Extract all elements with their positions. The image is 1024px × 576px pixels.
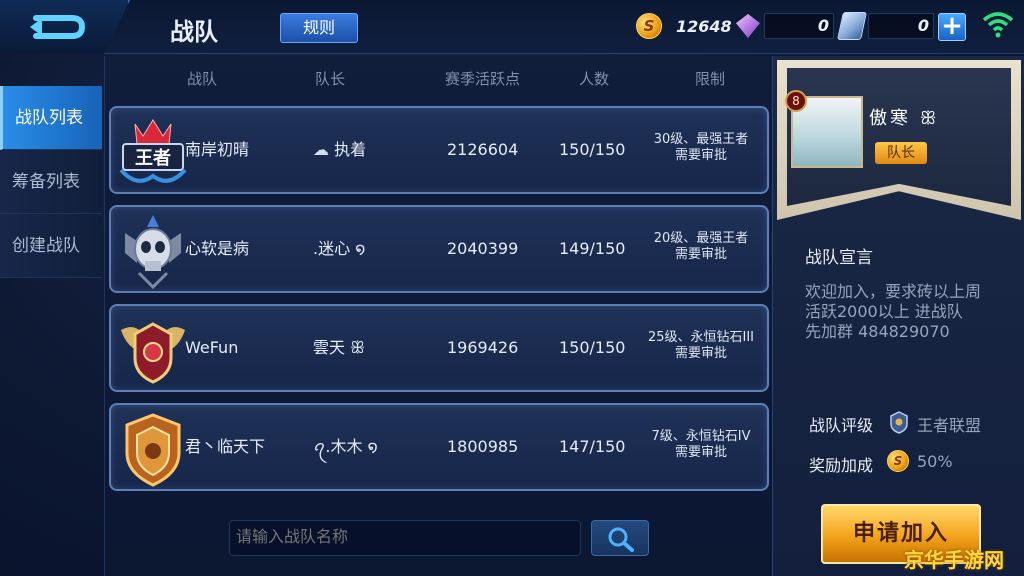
search-button[interactable] xyxy=(591,520,649,556)
add-currency-button[interactable]: + xyxy=(938,13,966,41)
join-limit: 7级、永恒钻石IV 需要审批 xyxy=(635,429,767,461)
cloud-icon: ☁ xyxy=(313,140,329,159)
member-count: 147/150 xyxy=(559,437,626,456)
team-leader: ꪖ.木木 ໑ xyxy=(313,437,378,456)
header-season-points: 赛季活跃点 xyxy=(445,70,521,88)
leader-name: 执着 xyxy=(334,140,367,159)
skull-badge-icon xyxy=(125,215,181,289)
team-search-input[interactable] xyxy=(229,520,581,556)
svg-text:王者: 王者 xyxy=(135,148,171,169)
limit-level: 30级、最强王者 xyxy=(653,132,749,147)
limit-approval: 需要审批 xyxy=(674,346,727,361)
bonus-label: 奖励加成 xyxy=(809,456,874,475)
limit-approval: 需要审批 xyxy=(674,148,727,163)
team-screen: 战队 规则 S 12648 0 0 + 战队列表 筹备列表 创建战队 战队 队长… xyxy=(0,0,1024,576)
watermark: 京华手游网 xyxy=(904,548,1004,572)
header-team: 战队 xyxy=(187,70,218,88)
season-points: 1800985 xyxy=(447,437,519,456)
season-points: 2040399 xyxy=(447,239,519,258)
winged-shield-badge-icon xyxy=(121,322,185,384)
diamond-amount: 0 xyxy=(817,16,829,35)
left-nav: 战队列表 筹备列表 创建战队 xyxy=(0,86,102,278)
nav-create-team[interactable]: 创建战队 xyxy=(0,214,102,278)
team-leader: ☁ 执着 xyxy=(313,108,366,192)
limit-level: 7级、永恒钻石IV xyxy=(651,429,751,444)
header-members: 人数 xyxy=(579,70,610,88)
limit-level: 20级、最强王者 xyxy=(653,231,749,246)
diamond-slot: 0 xyxy=(764,13,834,39)
rating-label: 战队评级 xyxy=(809,416,874,435)
wifi-icon xyxy=(982,12,1014,38)
team-row[interactable]: 王者 南岸初晴 ☁ 执着 2126604 150/150 30级、最强王者 需要… xyxy=(109,106,769,194)
season-points: 1969426 xyxy=(447,338,519,357)
diamond-currency: 0 xyxy=(736,12,834,40)
gold-currency: S 12648 xyxy=(636,12,732,40)
voucher-amount: 0 xyxy=(917,16,929,35)
leader-tag: 队长 xyxy=(875,142,927,164)
limit-approval: 需要审批 xyxy=(674,247,727,262)
join-limit: 25级、永恒钻石III 需要审批 xyxy=(635,330,767,362)
member-count: 150/150 xyxy=(559,140,626,159)
page-title: 战队 xyxy=(170,18,218,46)
rules-button[interactable]: 规则 xyxy=(280,13,358,43)
team-name: WeFun xyxy=(185,338,239,357)
king-crown-badge-icon: 王者 xyxy=(119,119,187,183)
top-bar: 战队 规则 S 12648 0 0 + xyxy=(0,0,1024,54)
voucher-slot: 0 xyxy=(868,13,934,39)
team-list-panel: 战队 队长 赛季活跃点 人数 限制 王者 南岸初晴 ☁ 执着 2126604 1… xyxy=(104,56,770,576)
join-limit: 20级、最强王者 需要审批 xyxy=(635,231,767,263)
rating-value: 王者联盟 xyxy=(917,416,982,435)
declaration-text: 欢迎加入，要求砖以上周 活跃2000以上 进战队 先加群 484829070 xyxy=(805,282,1015,342)
limit-level: 25级、永恒钻石III xyxy=(647,330,755,345)
header-leader: 队长 xyxy=(315,70,346,88)
declaration-line: 先加群 484829070 xyxy=(805,322,950,341)
team-leader: .迷心 ໑ xyxy=(313,239,366,258)
rating-emblem-icon xyxy=(890,411,908,434)
leader-name: 傲寒 ꕥ xyxy=(869,108,940,129)
team-row[interactable]: WeFun 雲天 ꕥ 1969426 150/150 25级、永恒钻石III 需… xyxy=(109,304,769,392)
nav-team-list[interactable]: 战队列表 xyxy=(0,86,102,150)
limit-approval: 需要审批 xyxy=(674,445,727,460)
back-button[interactable] xyxy=(0,0,130,54)
gold-coin-icon: S xyxy=(887,450,909,472)
season-points: 2126604 xyxy=(447,140,519,159)
team-name: 心软是病 xyxy=(185,239,250,258)
team-detail-panel: 8 傲寒 ꕥ 队长 战队宣言 欢迎加入，要求砖以上周 活跃2000以上 进战队 … xyxy=(772,56,1024,576)
back-arrow-icon xyxy=(30,15,86,39)
team-row[interactable]: 君丶临天下 ꪖ.木木 ໑ 1800985 147/150 7级、永恒钻石IV 需… xyxy=(109,403,769,491)
voucher-currency: 0 xyxy=(837,12,934,40)
member-count: 150/150 xyxy=(559,338,626,357)
nav-preparing-list[interactable]: 筹备列表 xyxy=(0,150,102,214)
voucher-card-icon xyxy=(837,12,867,40)
gold-shield-badge-icon xyxy=(125,413,181,487)
team-row[interactable]: 心软是病 .迷心 ໑ 2040399 149/150 20级、最强王者 需要审批 xyxy=(109,205,769,293)
header-limit: 限制 xyxy=(695,70,726,88)
team-name: 南岸初晴 xyxy=(185,140,250,159)
gold-coin-icon: S xyxy=(636,13,662,39)
member-count: 149/150 xyxy=(559,239,626,258)
declaration-line: 欢迎加入，要求砖以上周 xyxy=(805,282,982,301)
declaration-title: 战队宣言 xyxy=(805,248,873,268)
team-name: 君丶临天下 xyxy=(185,437,266,456)
bonus-value: 50% xyxy=(917,452,953,471)
declaration-line: 活跃2000以上 进战队 xyxy=(805,302,963,321)
diamond-icon xyxy=(736,14,760,38)
team-leader: 雲天 ꕥ xyxy=(313,338,365,357)
gold-amount: 12648 xyxy=(676,16,732,36)
search-icon xyxy=(608,527,634,552)
level-badge: 8 xyxy=(785,90,807,112)
join-limit: 30级、最强王者 需要审批 xyxy=(635,132,767,164)
